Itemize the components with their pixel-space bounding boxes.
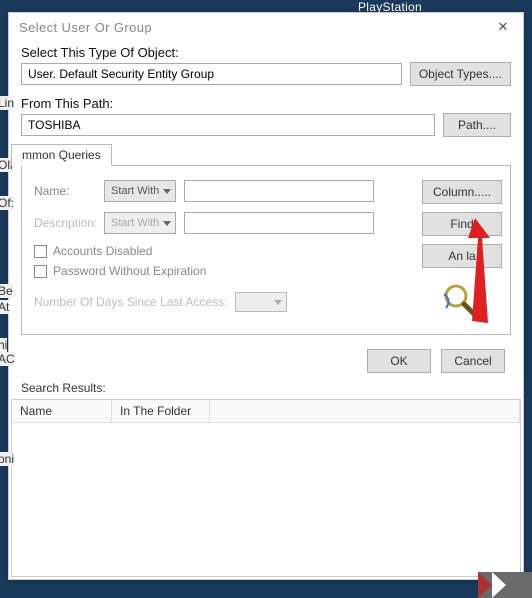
search-results-label: Search Results: <box>9 375 523 399</box>
description-label: Description: <box>34 216 96 230</box>
from-path-label: From This Path: <box>9 92 523 113</box>
column-header-name[interactable]: Name <box>12 400 112 423</box>
column-header-folder[interactable]: In The Folder <box>112 400 210 423</box>
name-value-input[interactable] <box>184 180 374 202</box>
select-user-or-group-dialog: Select User Or Group ✕ Select This Type … <box>8 12 524 580</box>
cancel-button[interactable]: Cancel <box>441 349 505 373</box>
chevron-down-icon <box>163 189 171 194</box>
results-table: Name In The Folder <box>11 399 521 577</box>
name-label: Name: <box>34 184 96 198</box>
bg-fragment: Lin <box>0 96 14 110</box>
common-queries-group: Name: Start With Description: Start With… <box>21 165 511 335</box>
close-button[interactable]: ✕ <box>489 16 517 38</box>
object-type-input[interactable] <box>21 63 402 85</box>
object-types-button[interactable]: Object Types.... <box>410 62 511 86</box>
days-since-access-dropdown[interactable] <box>235 292 287 312</box>
bg-fragment: At <box>0 300 9 314</box>
dialog-title: Select User Or Group <box>19 20 489 35</box>
name-condition-value: Start With <box>111 185 159 197</box>
column-header-spacer <box>210 400 520 423</box>
accounts-disabled-checkbox[interactable] <box>34 245 47 258</box>
bg-fragment: Of: <box>0 196 14 210</box>
chevron-down-icon <box>274 300 282 305</box>
chevron-down-icon <box>163 221 171 226</box>
column-button[interactable]: Column..... <box>422 180 502 204</box>
days-since-access-label: Number Of Days Since Last Access: <box>34 295 227 309</box>
dialog-titlebar: Select User Or Group ✕ <box>9 13 523 41</box>
password-no-expire-label: Password Without Expiration <box>53 264 206 278</box>
results-body <box>12 423 520 576</box>
object-type-label: Select This Type Of Object: <box>9 41 523 62</box>
close-icon: ✕ <box>498 19 509 35</box>
dialog-footer-buttons: OK Cancel <box>9 343 523 375</box>
search-magnifier-icon <box>440 280 480 320</box>
bg-fragment: oni <box>0 452 14 466</box>
name-condition-dropdown[interactable]: Start With <box>104 180 176 202</box>
description-condition-value: Start With <box>111 217 159 229</box>
accounts-disabled-label: Accounts Disabled <box>53 244 152 258</box>
password-no-expire-checkbox[interactable] <box>34 265 47 278</box>
bg-fragment: Be <box>0 284 13 298</box>
bg-fragment: AC <box>0 352 15 366</box>
find-button[interactable]: Find <box>422 212 502 236</box>
path-button[interactable]: Path.... <box>443 113 511 137</box>
corner-chevron-icon <box>478 572 532 598</box>
description-value-input[interactable] <box>184 212 374 234</box>
annulla-button[interactable]: An la <box>422 244 502 268</box>
ok-button[interactable]: OK <box>367 349 431 373</box>
from-path-input[interactable] <box>21 114 435 136</box>
tab-common-queries[interactable]: mmon Queries <box>11 144 112 166</box>
description-condition-dropdown[interactable]: Start With <box>104 212 176 234</box>
bg-fragment: hi <box>0 338 7 352</box>
